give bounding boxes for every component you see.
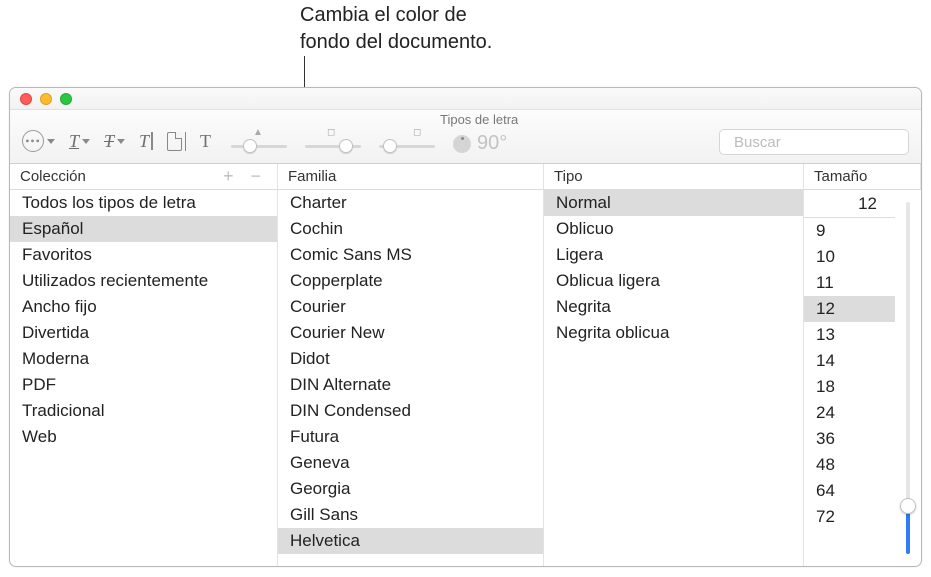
triangle-up-icon: ▲: [253, 127, 263, 138]
list-item[interactable]: Gill Sans: [278, 502, 543, 528]
list-item[interactable]: Ligera: [544, 242, 803, 268]
list-item[interactable]: Normal: [544, 190, 803, 216]
document-background-color-button[interactable]: [167, 127, 187, 155]
list-item[interactable]: Cochin: [278, 216, 543, 242]
list-item[interactable]: Negrita: [544, 294, 803, 320]
columns: Todos los tipos de letraEspañolFavoritos…: [10, 190, 921, 566]
list-item[interactable]: 36: [804, 426, 895, 452]
text-color-icon: T: [139, 131, 149, 152]
collection-header[interactable]: Colección + −: [10, 164, 278, 189]
window-minimize-button[interactable]: [40, 93, 52, 105]
toolbar-section-label: Tipos de letra: [440, 112, 518, 127]
list-item[interactable]: Georgia: [278, 476, 543, 502]
list-item[interactable]: Didot: [278, 346, 543, 372]
list-item[interactable]: 64: [804, 478, 895, 504]
window-zoom-button[interactable]: [60, 93, 72, 105]
underline-icon: T: [69, 131, 79, 152]
list-item[interactable]: Geneva: [278, 450, 543, 476]
list-item[interactable]: Tradicional: [10, 398, 277, 424]
sizes-list[interactable]: 91011121314182436486472: [804, 218, 895, 530]
toolbar: Tipos de letra ••• T T T T ▲ ◻: [10, 110, 921, 164]
list-item[interactable]: 12: [804, 296, 895, 322]
shadow-angle-control[interactable]: 90°: [453, 132, 507, 155]
types-list[interactable]: NormalOblicuoLigeraOblicua ligeraNegrita…: [544, 190, 804, 566]
list-item[interactable]: 11: [804, 270, 895, 296]
shadow-offset-slider[interactable]: ◻: [379, 127, 435, 155]
list-item[interactable]: Utilizados recientemente: [10, 268, 277, 294]
actions-menu-button[interactable]: •••: [22, 127, 55, 155]
list-item[interactable]: 10: [804, 244, 895, 270]
list-item[interactable]: Oblicua ligera: [544, 268, 803, 294]
list-item[interactable]: 14: [804, 348, 895, 374]
callout-text: Cambia el color de fondo del documento.: [300, 2, 492, 56]
list-item[interactable]: Comic Sans MS: [278, 242, 543, 268]
size-header-label: Tamaño: [814, 168, 867, 185]
size-column: 12 91011121314182436486472: [804, 190, 921, 566]
ellipsis-icon: •••: [22, 130, 44, 152]
list-item[interactable]: Negrita oblicua: [544, 320, 803, 346]
list-item[interactable]: 9: [804, 218, 895, 244]
size-input[interactable]: 12: [804, 190, 895, 218]
list-item[interactable]: Charter: [278, 190, 543, 216]
list-item[interactable]: Web: [10, 424, 277, 450]
list-item[interactable]: DIN Alternate: [278, 372, 543, 398]
list-item[interactable]: Todos los tipos de letra: [10, 190, 277, 216]
page-icon: [167, 132, 182, 151]
shadow-sliders: ▲ ◻ ◻: [231, 127, 435, 155]
list-item[interactable]: 18: [804, 374, 895, 400]
list-item[interactable]: Futura: [278, 424, 543, 450]
text-shadow-button[interactable]: T: [200, 127, 211, 155]
strikethrough-icon: T: [104, 131, 114, 152]
list-item[interactable]: 13: [804, 322, 895, 348]
callout-line1: Cambia el color de: [300, 4, 467, 26]
type-header[interactable]: Tipo: [544, 164, 804, 189]
text-color-button[interactable]: T: [139, 127, 153, 155]
type-header-label: Tipo: [554, 168, 583, 185]
cursor-bar-icon: [185, 132, 187, 151]
collection-header-label: Colección: [20, 168, 86, 185]
list-item[interactable]: Español: [10, 216, 277, 242]
cursor-bar-icon: [151, 132, 153, 150]
list-item[interactable]: Moderna: [10, 346, 277, 372]
square-icon: ◻: [327, 127, 335, 138]
families-list[interactable]: CharterCochinComic Sans MSCopperplateCou…: [278, 190, 544, 566]
callout-line2: fondo del documento.: [300, 31, 492, 53]
angle-dial-icon: [453, 135, 471, 153]
size-slider[interactable]: [895, 190, 921, 566]
square-icon: ◻: [413, 127, 421, 138]
column-headers: Colección + − Familia Tipo Tamaño: [10, 164, 921, 190]
size-header[interactable]: Tamaño: [804, 164, 921, 189]
list-item[interactable]: Favoritos: [10, 242, 277, 268]
family-header-label: Familia: [288, 168, 336, 185]
list-item[interactable]: 24: [804, 400, 895, 426]
slider-thumb: [900, 498, 916, 514]
collections-list[interactable]: Todos los tipos de letraEspañolFavoritos…: [10, 190, 278, 566]
list-item[interactable]: Courier: [278, 294, 543, 320]
strikethrough-menu-button[interactable]: T: [104, 127, 125, 155]
shadow-blur-slider[interactable]: ◻: [305, 127, 361, 155]
shadow-icon: T: [200, 131, 211, 152]
angle-value: 90°: [477, 132, 507, 155]
list-item[interactable]: Ancho fijo: [10, 294, 277, 320]
list-item[interactable]: Courier New: [278, 320, 543, 346]
sizes-panel: 12 91011121314182436486472: [804, 190, 895, 566]
family-header[interactable]: Familia: [278, 164, 544, 189]
list-item[interactable]: Copperplate: [278, 268, 543, 294]
list-item[interactable]: Helvetica: [278, 528, 543, 554]
list-item[interactable]: Oblicuo: [544, 216, 803, 242]
collection-add-remove[interactable]: + −: [223, 166, 267, 187]
titlebar: [10, 88, 921, 110]
fonts-window: Tipos de letra ••• T T T T ▲ ◻: [9, 87, 922, 567]
list-item[interactable]: 48: [804, 452, 895, 478]
list-item[interactable]: DIN Condensed: [278, 398, 543, 424]
search-field[interactable]: [719, 129, 909, 155]
search-input[interactable]: [734, 134, 922, 151]
list-item[interactable]: Divertida: [10, 320, 277, 346]
list-item[interactable]: PDF: [10, 372, 277, 398]
list-item[interactable]: 72: [804, 504, 895, 530]
shadow-opacity-slider[interactable]: ▲: [231, 127, 287, 155]
underline-menu-button[interactable]: T: [69, 127, 90, 155]
window-close-button[interactable]: [20, 93, 32, 105]
